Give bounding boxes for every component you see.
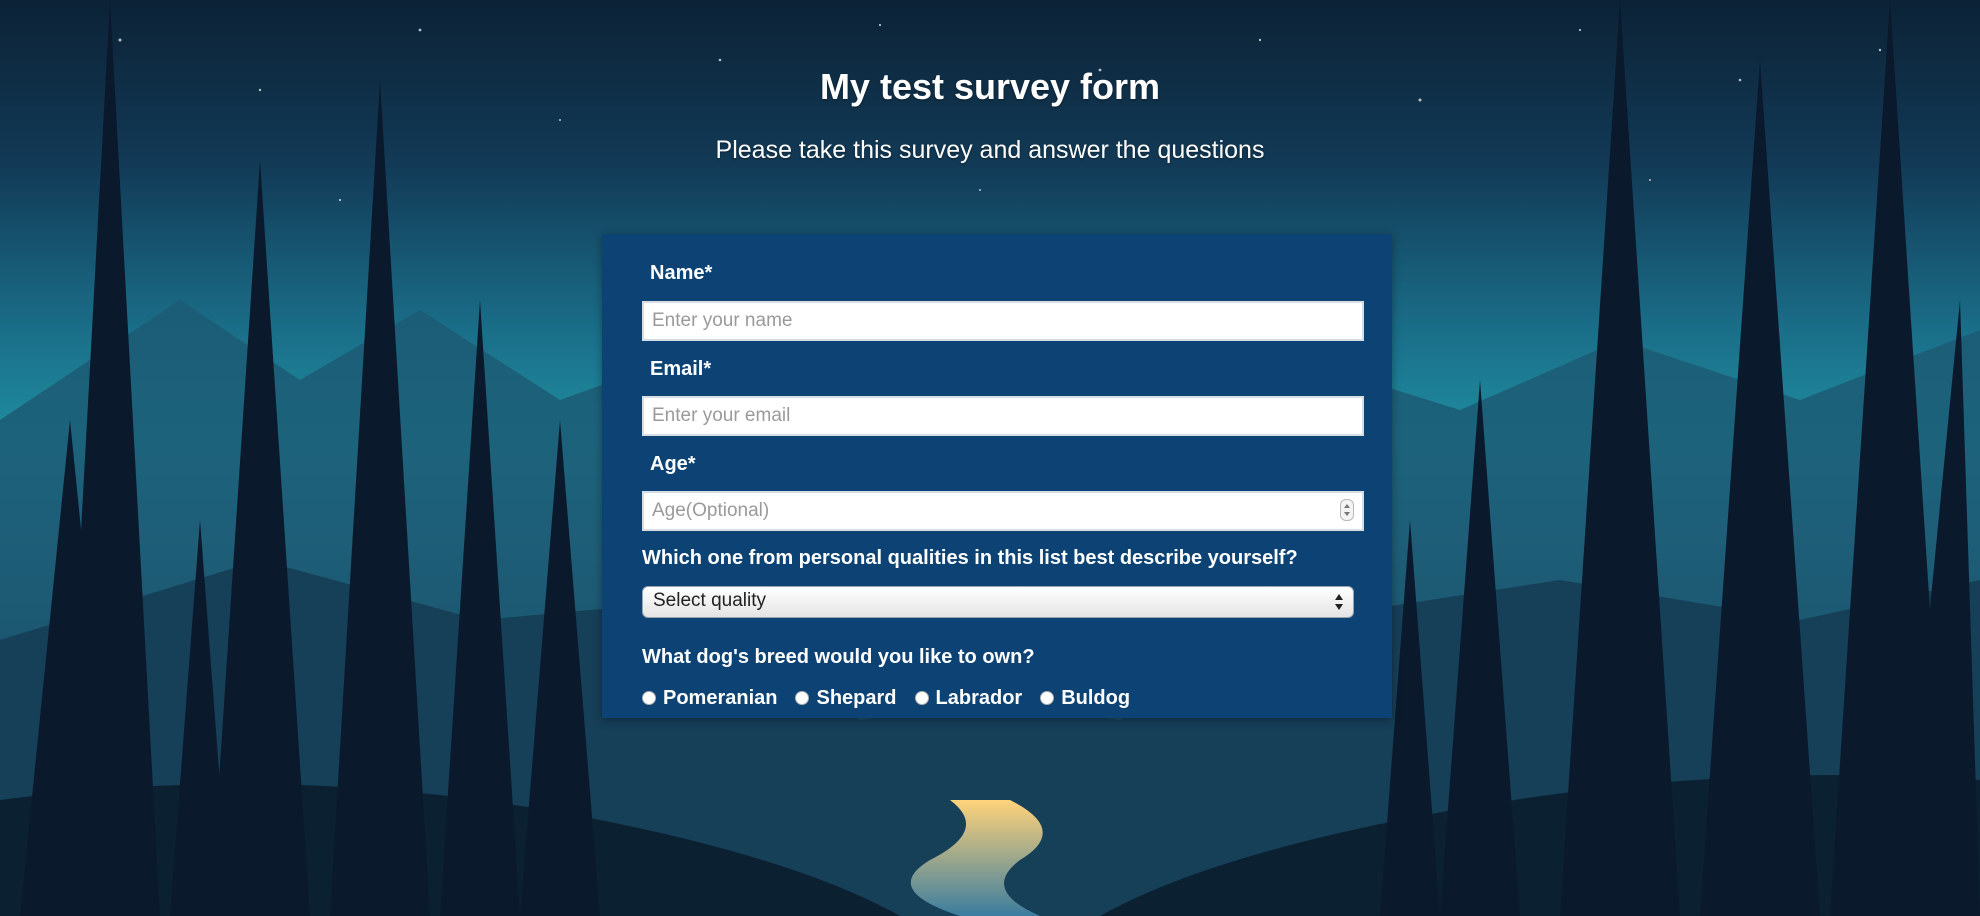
page-title: My test survey form [819,66,1161,107]
stepper-arrows-icon[interactable] [1340,499,1354,521]
dog-breed-question: What dog's breed would you like to own? [642,646,1035,668]
radio-option-pomeranian[interactable]: Pomeranian [642,687,777,710]
radio-label: Shepard [816,686,897,709]
dog-breed-radio-group: Pomeranian Shepard Labrador Buldog [642,686,1148,710]
name-label: Name* [650,262,713,284]
age-field [642,491,1364,531]
stepper-up-icon[interactable] [1344,504,1350,508]
email-label: Email* [650,358,712,380]
page-subtitle: Please take this survey and answer the q… [715,136,1265,164]
radio-button[interactable] [1040,691,1055,705]
quality-select-value: Select quality [653,590,767,611]
radio-label: Buldog [1061,686,1131,709]
quality-select[interactable]: Select quality [642,586,1354,618]
survey-form: Name* Email* Age* Which one from persona… [602,234,1392,718]
email-input[interactable] [642,396,1364,436]
radio-option-shepard[interactable]: Shepard [795,686,897,710]
radio-label: Pomeranian [663,686,778,709]
name-input[interactable] [642,301,1364,341]
quality-question: Which one from personal qualities in thi… [642,547,1298,569]
age-label: Age* [650,453,696,475]
radio-option-buldog[interactable]: Buldog [1040,687,1130,710]
stepper-down-icon[interactable] [1344,512,1350,516]
radio-button[interactable] [914,691,929,705]
radio-label: Labrador [935,686,1023,709]
background-scene: My test survey form Please take this sur… [0,0,1980,916]
radio-button[interactable] [795,691,810,705]
radio-option-labrador[interactable]: Labrador [914,686,1023,710]
select-arrows-icon [1335,594,1343,610]
age-input[interactable] [642,491,1364,531]
radio-button[interactable] [642,691,656,705]
